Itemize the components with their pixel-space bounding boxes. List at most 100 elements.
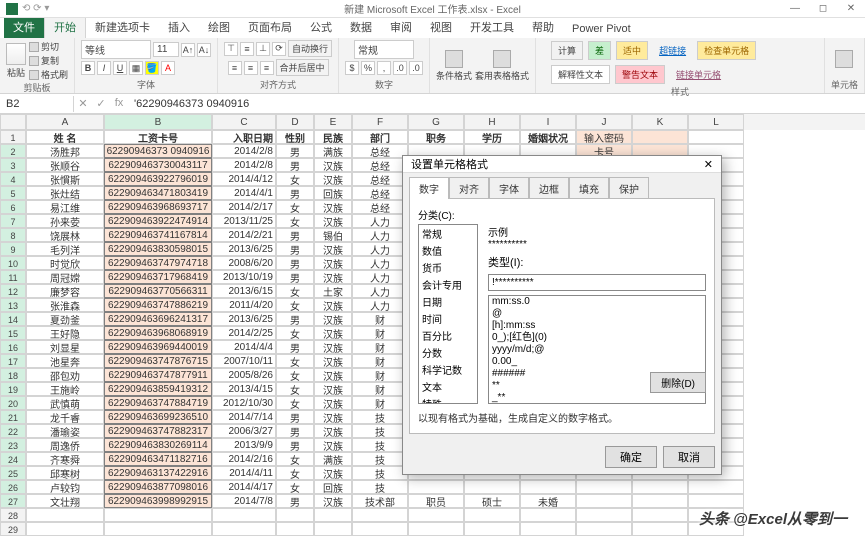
style-linked[interactable]: 链接单元格 — [670, 66, 727, 83]
cell[interactable]: 女 — [276, 396, 314, 410]
cell[interactable]: 财 — [352, 396, 408, 410]
column-header-cell[interactable]: 工资卡号 — [104, 130, 212, 144]
cell[interactable]: 2014/4/4 — [212, 340, 276, 354]
cell[interactable] — [352, 522, 408, 536]
col-header[interactable]: I — [520, 114, 576, 130]
column-header-cell[interactable]: 性别 — [276, 130, 314, 144]
number-format-select[interactable]: 常规 — [354, 40, 414, 59]
row-header[interactable]: 8 — [0, 228, 26, 242]
cell[interactable]: 男 — [276, 424, 314, 438]
cell[interactable] — [632, 480, 688, 494]
cell[interactable] — [408, 480, 464, 494]
cell[interactable]: 汉族 — [314, 256, 352, 270]
font-size-select[interactable]: 11 — [153, 42, 179, 57]
cell[interactable]: 2014/2/16 — [212, 452, 276, 466]
cell[interactable]: 汉族 — [314, 494, 352, 508]
close-button[interactable]: ✕ — [837, 3, 865, 14]
cell[interactable]: 张慣斯 — [26, 172, 104, 186]
cancel-formula-icon[interactable]: ✕ — [74, 97, 92, 110]
cell[interactable] — [314, 522, 352, 536]
cell[interactable]: 汉族 — [314, 312, 352, 326]
cell[interactable]: 满族 — [314, 144, 352, 158]
cell[interactable]: 2013/6/25 — [212, 242, 276, 256]
style-moderate[interactable]: 适中 — [616, 41, 648, 60]
tab-home[interactable]: 开始 — [44, 15, 86, 38]
dlg-tab-fill[interactable]: 填充 — [569, 177, 609, 199]
percent-button[interactable]: % — [361, 61, 375, 75]
category-item[interactable]: 时间 — [419, 310, 477, 327]
row-header[interactable]: 28 — [0, 508, 26, 522]
conditional-format-button[interactable]: 条件格式 — [436, 50, 472, 82]
cell[interactable]: 男 — [276, 494, 314, 508]
row-header[interactable]: 24 — [0, 452, 26, 466]
cell[interactable] — [212, 508, 276, 522]
style-explain[interactable]: 解释性文本 — [551, 65, 610, 84]
cell[interactable]: 汉族 — [314, 326, 352, 340]
column-header-cell[interactable]: 职务 — [408, 130, 464, 144]
cell[interactable] — [520, 480, 576, 494]
cell[interactable]: 易江维 — [26, 200, 104, 214]
cell[interactable]: 622909463998992915 — [104, 494, 212, 508]
cell[interactable] — [276, 508, 314, 522]
cell[interactable]: 2008/6/20 — [212, 256, 276, 270]
worksheet-grid[interactable]: A B C D E F G H I J K L 1234567891011121… — [0, 114, 865, 130]
fx-icon[interactable]: fx — [110, 97, 128, 110]
dlg-tab-protect[interactable]: 保护 — [609, 177, 649, 199]
col-header[interactable]: D — [276, 114, 314, 130]
dlg-tab-font[interactable]: 字体 — [489, 177, 529, 199]
row-header[interactable]: 12 — [0, 284, 26, 298]
cell[interactable]: 技 — [352, 480, 408, 494]
cell[interactable]: 时觉欣 — [26, 256, 104, 270]
col-header[interactable]: E — [314, 114, 352, 130]
dec-decimal-button[interactable]: .0 — [409, 61, 423, 75]
orientation-button[interactable]: ⟳ — [272, 42, 286, 56]
cell[interactable]: 622909463968693717 — [104, 200, 212, 214]
cell[interactable]: 饶展林 — [26, 228, 104, 242]
cell[interactable]: 人力 — [352, 270, 408, 284]
cell[interactable]: 人力 — [352, 228, 408, 242]
cell[interactable]: 男 — [276, 242, 314, 256]
category-list[interactable]: 常规数值货币会计专用日期时间百分比分数科学记数文本特殊自定义 — [418, 224, 478, 404]
cell[interactable] — [464, 522, 520, 536]
row-header[interactable]: 10 — [0, 256, 26, 270]
cell[interactable]: 王施岭 — [26, 382, 104, 396]
cell[interactable]: 男 — [276, 256, 314, 270]
cells-icon[interactable] — [835, 50, 853, 68]
row-header[interactable]: 19 — [0, 382, 26, 396]
cell[interactable] — [314, 508, 352, 522]
cell[interactable]: 622909463471182716 — [104, 452, 212, 466]
tab-layout[interactable]: 页面布局 — [239, 16, 301, 38]
row-header[interactable]: 11 — [0, 270, 26, 284]
accept-formula-icon[interactable]: ✓ — [92, 97, 110, 110]
tab-insert[interactable]: 插入 — [159, 16, 199, 38]
cell[interactable] — [632, 130, 688, 144]
cell[interactable]: 622909463922474914 — [104, 214, 212, 228]
row-header[interactable]: 14 — [0, 312, 26, 326]
cell[interactable]: 财 — [352, 382, 408, 396]
cell[interactable]: 男 — [276, 410, 314, 424]
cell[interactable]: 汉族 — [314, 158, 352, 172]
name-box[interactable]: B2 — [0, 96, 74, 112]
cell[interactable]: 622909463730043117 — [104, 158, 212, 172]
currency-button[interactable]: $ — [345, 61, 359, 75]
dlg-tab-number[interactable]: 数字 — [409, 177, 449, 199]
cell[interactable]: 男 — [276, 312, 314, 326]
category-item[interactable]: 会计专用 — [419, 276, 477, 293]
col-header[interactable]: K — [632, 114, 688, 130]
cell[interactable]: 2006/3/27 — [212, 424, 276, 438]
cell[interactable]: 622909463770566311 — [104, 284, 212, 298]
cell[interactable]: 总经 — [352, 144, 408, 158]
cell[interactable]: 2014/2/17 — [212, 200, 276, 214]
inc-decimal-button[interactable]: .0 — [393, 61, 407, 75]
row-header[interactable]: 17 — [0, 354, 26, 368]
cell[interactable] — [520, 522, 576, 536]
cell[interactable]: 622909463747974718 — [104, 256, 212, 270]
row-header[interactable]: 5 — [0, 186, 26, 200]
cell[interactable]: 女 — [276, 326, 314, 340]
cell[interactable]: 汉族 — [314, 200, 352, 214]
tab-file[interactable]: 文件 — [4, 16, 44, 38]
cell[interactable]: 汉族 — [314, 396, 352, 410]
cell[interactable]: 2014/4/17 — [212, 480, 276, 494]
underline-button[interactable]: U — [113, 61, 127, 75]
tab-help[interactable]: 帮助 — [523, 16, 563, 38]
